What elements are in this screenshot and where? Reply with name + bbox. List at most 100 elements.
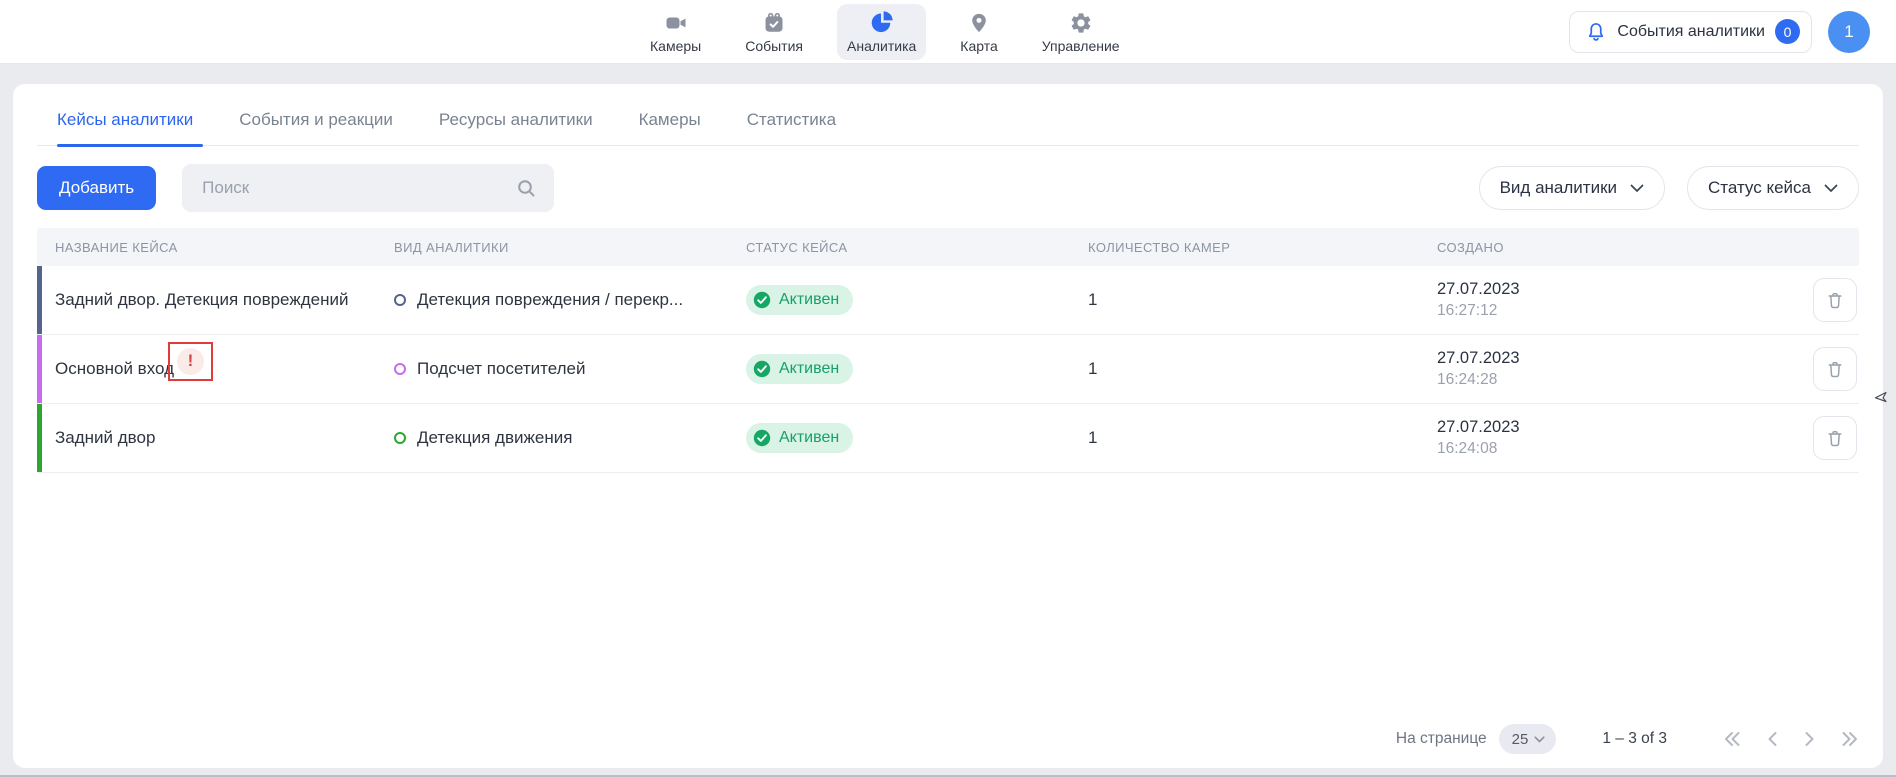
camera-count: 1 [1072, 359, 1417, 379]
tab-events-reactions[interactable]: События и реакции [239, 110, 393, 145]
delete-button[interactable] [1813, 347, 1857, 391]
search-box [182, 164, 554, 212]
case-name: Задний двор. Детекция повреждений [55, 290, 348, 310]
prev-page-button[interactable] [1767, 731, 1778, 747]
events-count-badge: 0 [1775, 19, 1800, 44]
pagination: На странице 25 1 – 3 of 3 [1396, 724, 1859, 754]
analytics-type-filter[interactable]: Вид аналитики [1479, 166, 1665, 210]
tab-cameras[interactable]: Камеры [639, 110, 701, 145]
nav-item-cameras[interactable]: Камеры [640, 4, 711, 60]
per-page-select[interactable]: 25 [1499, 724, 1557, 754]
status-badge: Активен [746, 354, 853, 384]
per-page-label: На странице [1396, 730, 1487, 748]
nav-item-events[interactable]: События [735, 4, 813, 60]
next-page-button[interactable] [1804, 731, 1815, 747]
cases-table: НАЗВАНИЕ КЕЙСА ВИД АНАЛИТИКИ СТАТУС КЕЙС… [37, 228, 1859, 473]
toolbar: Добавить Вид аналитики Статус кейса [37, 164, 1859, 212]
alert-icon: ! [177, 348, 204, 375]
analytics-events-label: События аналитики [1617, 23, 1765, 41]
mouse-cursor [1872, 388, 1888, 409]
column-header: СТАТУС КЕЙСА [732, 240, 1072, 255]
search-input[interactable] [200, 177, 516, 199]
column-header: КОЛИЧЕСТВО КАМЕР [1072, 240, 1417, 255]
chevron-down-icon [1630, 184, 1644, 193]
created-cell: 27.07.2023 16:24:28 [1417, 347, 1779, 390]
chevron-down-icon [1534, 736, 1545, 743]
bell-icon [1585, 21, 1607, 43]
created-time: 16:24:08 [1437, 439, 1779, 460]
tab-analytics-cases[interactable]: Кейсы аналитики [57, 110, 193, 145]
main-nav: Камеры События Аналитика Карта Управлени… [640, 0, 1130, 63]
analytics-type-icon [394, 294, 406, 306]
case-status-filter[interactable]: Статус кейса [1687, 166, 1859, 210]
row-accent-bar [37, 266, 42, 334]
row-accent-bar [37, 335, 42, 403]
status-label: Активен [779, 429, 839, 447]
chevron-down-icon [1824, 184, 1838, 193]
table-row[interactable]: Задний двор Детекция движения Активен 1 … [37, 404, 1859, 473]
analytics-type-label: Детекция повреждения / перекр... [417, 290, 683, 310]
page-range: 1 – 3 of 3 [1602, 730, 1667, 748]
add-button[interactable]: Добавить [37, 166, 156, 210]
trash-icon [1825, 359, 1845, 380]
camera-count: 1 [1072, 428, 1417, 448]
check-circle-icon [753, 360, 771, 378]
delete-button[interactable] [1813, 278, 1857, 322]
case-name: Задний двор [55, 428, 155, 448]
nav-item-label: Управление [1042, 38, 1120, 54]
delete-button[interactable] [1813, 416, 1857, 460]
column-header: СОЗДАНО [1417, 240, 1779, 255]
pie-chart-icon [869, 10, 894, 35]
topbar-right: События аналитики 0 1 [1569, 11, 1870, 53]
status-label: Активен [779, 360, 839, 378]
created-cell: 27.07.2023 16:27:12 [1417, 278, 1779, 321]
nav-item-label: Карта [960, 38, 997, 54]
created-date: 27.07.2023 [1437, 347, 1779, 369]
created-time: 16:27:12 [1437, 301, 1779, 322]
annotation-highlight: ! [168, 342, 213, 381]
map-pin-icon [968, 10, 990, 35]
nav-item-analytics[interactable]: Аналитика [837, 4, 926, 60]
created-cell: 27.07.2023 16:24:08 [1417, 416, 1779, 459]
case-name: Основной вход [55, 359, 174, 379]
user-avatar[interactable]: 1 [1828, 11, 1870, 53]
calendar-check-icon [762, 10, 786, 35]
camera-icon [664, 10, 688, 35]
status-label: Активен [779, 291, 839, 309]
analytics-events-button[interactable]: События аналитики 0 [1569, 11, 1812, 53]
nav-item-label: Аналитика [847, 38, 916, 54]
content-card: Кейсы аналитики События и реакции Ресурс… [13, 84, 1883, 768]
created-date: 27.07.2023 [1437, 416, 1779, 438]
analytics-type-icon [394, 363, 406, 375]
analytics-type-label: Детекция движения [417, 428, 572, 448]
camera-count: 1 [1072, 290, 1417, 310]
tab-statistics[interactable]: Статистика [747, 110, 836, 145]
tabs-row: Кейсы аналитики События и реакции Ресурс… [37, 84, 1859, 146]
top-header: Камеры События Аналитика Карта Управлени… [0, 0, 1896, 64]
analytics-type-icon [394, 432, 406, 444]
per-page-value: 25 [1512, 731, 1529, 748]
column-header: НАЗВАНИЕ КЕЙСА [37, 240, 382, 255]
gear-icon [1069, 10, 1093, 35]
filter-label: Статус кейса [1708, 178, 1811, 198]
search-icon[interactable] [516, 178, 536, 198]
filter-label: Вид аналитики [1500, 178, 1617, 198]
first-page-button[interactable] [1723, 731, 1741, 747]
check-circle-icon [753, 429, 771, 447]
nav-item-map[interactable]: Карта [950, 4, 1007, 60]
created-date: 27.07.2023 [1437, 278, 1779, 300]
nav-item-label: События [745, 38, 803, 54]
nav-item-label: Камеры [650, 38, 701, 54]
pager-buttons [1723, 731, 1859, 747]
created-time: 16:24:28 [1437, 370, 1779, 391]
trash-icon [1825, 290, 1845, 311]
table-row[interactable]: Задний двор. Детекция повреждений Детекц… [37, 266, 1859, 335]
analytics-type-label: Подсчет посетителей [417, 359, 585, 379]
nav-item-management[interactable]: Управление [1032, 4, 1130, 60]
tab-analytics-resources[interactable]: Ресурсы аналитики [439, 110, 593, 145]
check-circle-icon [753, 291, 771, 309]
row-accent-bar [37, 404, 42, 472]
last-page-button[interactable] [1841, 731, 1859, 747]
table-row[interactable]: Основной вход ! Подсчет посетителей Акти… [37, 335, 1859, 404]
trash-icon [1825, 428, 1845, 449]
